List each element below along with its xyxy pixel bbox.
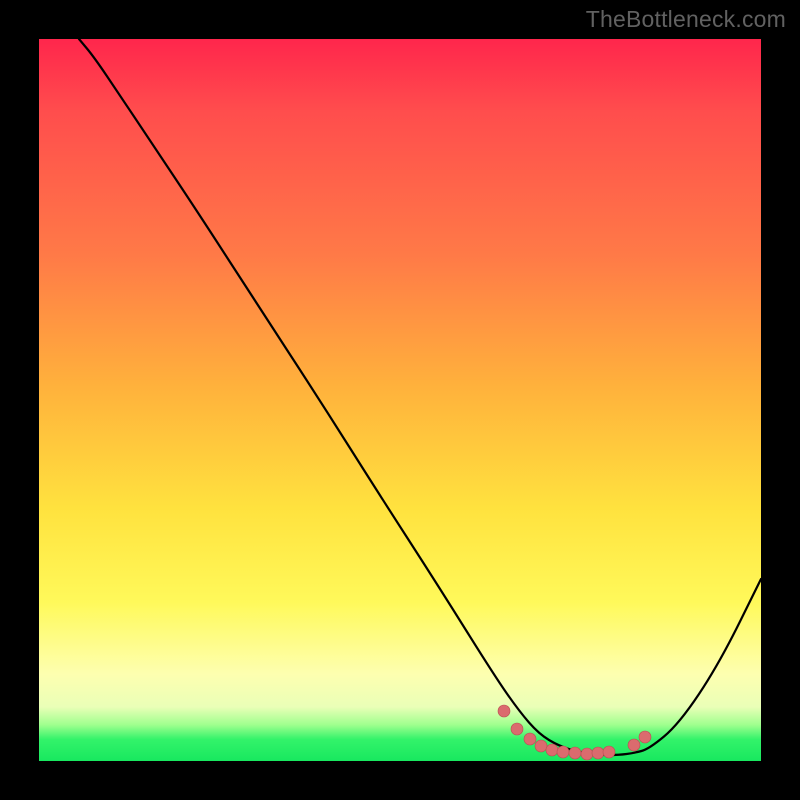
bottom-dot: [535, 740, 547, 752]
bottom-dots-group: [498, 705, 651, 760]
plot-area: [39, 39, 761, 761]
bottom-dot: [628, 739, 640, 751]
bottom-dot: [511, 723, 523, 735]
bottom-dot: [524, 733, 536, 745]
bottom-dot: [498, 705, 510, 717]
valley-curve: [79, 39, 761, 755]
bottom-dot: [546, 744, 558, 756]
bottom-dot: [639, 731, 651, 743]
bottom-dot: [569, 747, 581, 759]
bottom-dot: [592, 747, 604, 759]
bottom-dot: [581, 748, 593, 760]
bottom-dot: [557, 746, 569, 758]
watermark-text: TheBottleneck.com: [586, 6, 786, 33]
curve-svg: [39, 39, 761, 761]
chart-frame: TheBottleneck.com: [0, 0, 800, 800]
bottom-dot: [603, 746, 615, 758]
